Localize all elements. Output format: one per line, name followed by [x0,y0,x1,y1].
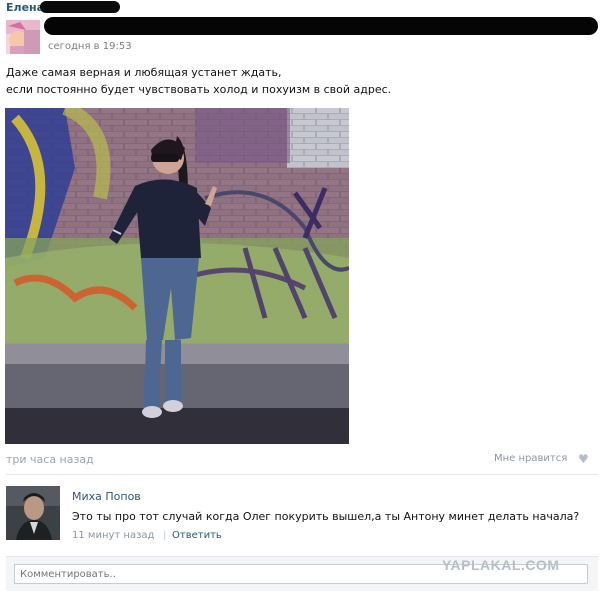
comment-timestamp[interactable]: 11 минут назад [72,530,154,541]
redaction-bar-name [40,1,120,13]
comment-author-avatar[interactable] [6,486,60,540]
site-watermark: YAPLAKAL.COM [442,557,560,573]
post-photo[interactable] [5,108,349,444]
post-author-avatar[interactable] [6,20,40,54]
like-button[interactable]: Мне нравится [494,453,567,464]
comment-text: Это ты про тот случай когда Олег покурит… [72,510,580,523]
redaction-bar-wide [44,17,598,35]
comment-separator: | [163,530,167,541]
reply-link[interactable]: Ответить [172,530,222,541]
post-time-ago[interactable]: три часа назад [6,453,94,466]
heart-icon[interactable]: ♥ [578,452,589,466]
post-text: Даже самая верная и любящая устанет ждат… [6,66,392,96]
author-first-name: Елена [6,1,45,14]
comment-author-name[interactable]: Миха Попов [72,490,141,503]
post-timestamp[interactable]: сегодня в 19:53 [48,41,132,52]
divider [6,474,598,475]
